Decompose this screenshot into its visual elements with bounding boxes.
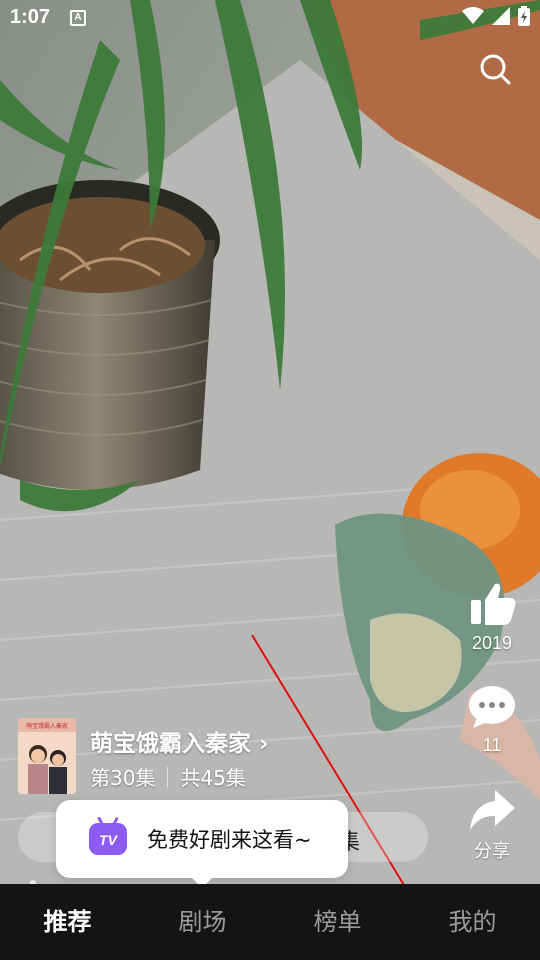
drama-title[interactable]: 萌宝饿霸入秦家 › — [90, 724, 269, 758]
status-bar: 1:07 A — [0, 0, 540, 36]
status-time: 1:07 — [10, 6, 51, 28]
tab-theater[interactable]: 剧场 — [135, 884, 270, 960]
tooltip-message: 免费好剧来这看~ — [147, 828, 312, 852]
thumbs-up-icon — [471, 583, 516, 625]
comment-button[interactable]: 11 — [462, 684, 522, 756]
like-button[interactable]: 2019 — [462, 580, 522, 654]
share-label: 分享 — [474, 841, 510, 861]
poster-image: 萌宝饿霸入秦家 — [18, 718, 76, 794]
chevron-right-icon: › — [259, 731, 269, 757]
poster-caption: 萌宝饿霸入秦家 — [26, 722, 68, 730]
total-episodes: 共45集 — [180, 766, 246, 790]
tv-icon: TV — [89, 817, 127, 855]
search-icon — [480, 54, 511, 85]
notification-icon: A — [70, 10, 86, 26]
tab-recommend[interactable]: 推荐 — [0, 884, 135, 960]
search-button[interactable] — [476, 50, 514, 88]
battery-icon — [518, 6, 530, 26]
tab-mine[interactable]: 我的 — [405, 884, 540, 960]
share-button[interactable]: 分享 — [462, 788, 522, 863]
drama-info[interactable]: 萌宝饿霸入秦家 萌宝饿霸入秦家 › 第30集 共45集 — [18, 718, 438, 796]
comment-count: 11 — [482, 735, 502, 755]
wifi-icon — [462, 7, 484, 24]
divider — [167, 766, 169, 787]
like-count: 2019 — [471, 633, 513, 653]
signal-icon — [492, 7, 510, 25]
status-icons — [462, 6, 530, 26]
episode-info: 第30集 共45集 — [90, 762, 246, 791]
share-icon — [470, 790, 515, 830]
bottom-nav: 推荐 剧场 榜单 我的 — [0, 884, 540, 960]
tv-icon-label: TV — [99, 832, 119, 848]
current-episode: 第30集 — [90, 766, 156, 790]
comment-icon — [469, 686, 515, 728]
tab-rankings[interactable]: 榜单 — [270, 884, 405, 960]
promo-tooltip[interactable]: TV 免费好剧来这看~ — [56, 800, 348, 888]
drama-poster[interactable]: 萌宝饿霸入秦家 — [18, 718, 76, 794]
